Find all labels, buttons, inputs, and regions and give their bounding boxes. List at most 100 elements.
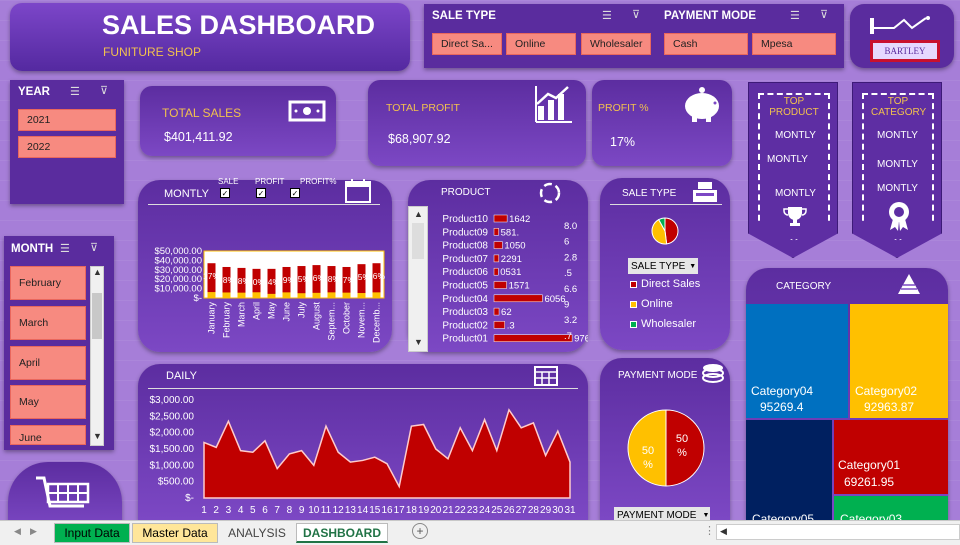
x-tick-label: July (297, 302, 307, 319)
month-item-march[interactable]: March (10, 306, 86, 340)
top-category-line2: MONTLY (877, 159, 918, 170)
y-tick-label: $1,000.00 (150, 460, 195, 471)
horizontal-scrollbar[interactable]: ◀ (716, 524, 960, 540)
sale-type-filter-label: SALE TYPE (631, 260, 686, 272)
x-tick-label: October (342, 302, 352, 334)
treemap-cell-name: Category02 (855, 384, 918, 398)
data-label-secondary: .7 (564, 331, 572, 342)
payment-filter-button[interactable]: PAYMENT MODE ▼ (614, 507, 710, 520)
payment-item-cash[interactable]: Cash (664, 33, 748, 55)
multi-select-icon[interactable]: ☰ (602, 9, 612, 22)
y-tick-label: Product10 (442, 214, 488, 225)
sale-type-item-direct[interactable]: Direct Sa... (432, 33, 502, 55)
top-slicers-panel: SALE TYPE ☰ ⊽ Direct Sa... Online Wholes… (424, 4, 844, 68)
month-item-april[interactable]: April (10, 346, 86, 380)
x-tick-label: May (267, 302, 277, 320)
x-tick-label: 14 (357, 505, 369, 516)
x-tick-label: 23 (467, 505, 479, 516)
sale-type-item-wholesaler[interactable]: Wholesaler (581, 33, 651, 55)
treemap-cell-name: Category03 (840, 512, 903, 520)
x-tick-label: 8 (287, 505, 293, 516)
data-label-secondary: 6 (564, 237, 569, 248)
month-scrollbar[interactable]: ▲ ▼ (90, 266, 104, 446)
tab-scroll-right-icon[interactable]: ▶ (30, 526, 37, 537)
legend-item: Wholesaler (630, 318, 700, 330)
scroll-up-arrow-icon[interactable]: ▲ (93, 267, 102, 277)
clear-filter-icon[interactable]: ⊽ (632, 8, 640, 21)
top-product-banner: TOP PRODUCT MONTLY MONTLY MONTLY (748, 82, 838, 258)
clear-filter-icon[interactable]: ⊽ (100, 84, 108, 97)
category-panel-title: CATEGORY (776, 281, 832, 292)
month-item-june[interactable]: June (10, 425, 86, 445)
data-label: 62 (501, 307, 512, 318)
bar-profit (207, 292, 216, 298)
bar-product (493, 214, 508, 223)
month-slicer: MONTH ☰ ⊽ February March April May June … (4, 236, 114, 450)
year-item-2022[interactable]: 2022 (18, 136, 116, 158)
data-label: 50 (676, 433, 688, 445)
tab-master-data[interactable]: Master Data (132, 523, 218, 543)
category-panel: CATEGORY Category04 95269.4 Category02 9296… (746, 268, 948, 520)
y-tick-label: Product06 (442, 267, 488, 278)
tab-analysis[interactable]: ANALYSIS (220, 523, 294, 543)
x-tick-label: 27 (516, 505, 528, 516)
clear-filter-icon[interactable]: ⊽ (90, 241, 98, 254)
multi-select-icon[interactable]: ☰ (70, 85, 80, 98)
y-tick-label: Product02 (442, 320, 488, 331)
bar-profit (237, 292, 246, 298)
add-sheet-icon[interactable]: + (412, 523, 428, 539)
x-tick-label: 16 (381, 505, 393, 516)
treemap-cell-value: 69261.95 (844, 475, 895, 489)
legend-item: Online (630, 298, 700, 310)
bar-product (493, 254, 500, 263)
x-tick-label: 21 (442, 505, 454, 516)
sheet-options-icon[interactable]: ⋮ (704, 524, 715, 537)
sale-type-filter-button[interactable]: SALE TYPE ▼ (628, 258, 698, 274)
total-profit-value: $68,907.92 (388, 132, 451, 146)
month-item-may[interactable]: May (10, 385, 86, 419)
y-tick-label: $500.00 (158, 477, 195, 488)
product-chart-panel: PRODUCT ▲ ▼ Product10 1642 Product09 581. Pr… (408, 180, 588, 352)
y-tick-label: $2,500.00 (150, 411, 195, 422)
sale-type-pie (651, 217, 679, 245)
sale-type-legend: Direct Sales Online Wholesaler (630, 278, 700, 338)
x-tick-label: 20 (430, 505, 442, 516)
bar-product (493, 334, 573, 342)
x-tick-label: 30 (552, 505, 564, 516)
tab-dashboard[interactable]: DASHBOARD (296, 523, 388, 543)
scroll-thumb[interactable] (92, 293, 102, 339)
tab-scroll-left-icon[interactable]: ◀ (14, 526, 21, 537)
multi-select-icon[interactable]: ☰ (60, 242, 70, 255)
scroll-left-arrow-icon[interactable]: ◀ (720, 526, 727, 537)
x-tick-label: 31 (564, 505, 576, 516)
data-label: 9764 (574, 334, 588, 345)
data-label-secondary: 6.6 (564, 284, 577, 295)
monthly-chart-panel: MONTLY SALE ✓ PROFIT ✓ PROFIT% ✓ $50,000… (138, 177, 392, 352)
bar-product (493, 267, 499, 276)
monthly-chart: $50,000.00$40,000.00$30,000.00$20,000.00… (154, 246, 385, 343)
payment-item-mpesa[interactable]: Mpesa (752, 33, 836, 55)
year-item-2021[interactable]: 2021 (18, 109, 116, 131)
total-profit-card: TOTAL PROFIT $68,907.92 (368, 80, 586, 166)
bar-profit (312, 292, 321, 298)
multi-select-icon[interactable]: ☰ (790, 9, 800, 22)
x-tick-label: February (222, 302, 232, 339)
top-category-banner: TOP CATEGORY MONTLY MONTLY MONTLY (852, 82, 942, 258)
bar-profit (372, 292, 381, 298)
page-title: SALES DASHBOARD (102, 10, 376, 40)
month-item-february[interactable]: February (10, 266, 86, 300)
y-tick-label: $- (194, 293, 202, 304)
clear-filter-icon[interactable]: ⊽ (820, 8, 828, 21)
data-label-secondary: 9 (564, 299, 569, 310)
legend-label: Direct Sales (641, 278, 701, 290)
bar-product (493, 294, 543, 303)
tab-input-data[interactable]: Input Data (54, 523, 130, 543)
sale-type-item-online[interactable]: Online (506, 33, 576, 55)
x-tick-label: 10 (308, 505, 320, 516)
data-label-secondary: 3.2 (564, 315, 577, 326)
daily-chart-panel: DAILY $3,000.00 $2,500.00 $2,000.00 $1,500.… (138, 364, 588, 520)
legend-swatch (630, 320, 637, 328)
bar-product (493, 228, 499, 236)
scroll-down-arrow-icon[interactable]: ▼ (93, 431, 102, 441)
treemap-cell-name: Category05 (752, 512, 815, 520)
